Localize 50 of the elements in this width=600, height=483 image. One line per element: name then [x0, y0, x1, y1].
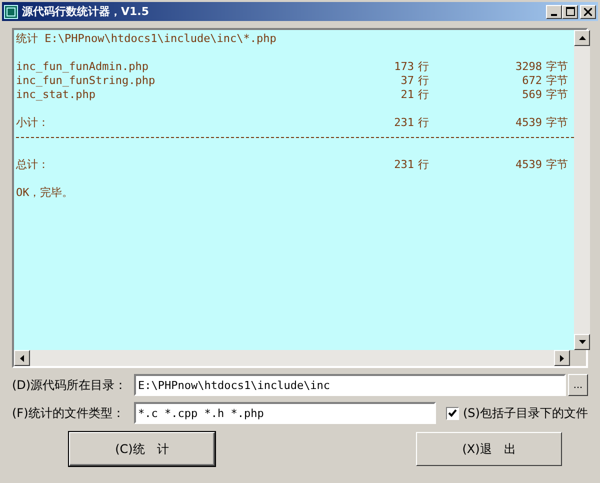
right-arrow-icon [560, 354, 564, 362]
window-title: 源代码行数统计器，V1.5 [22, 4, 149, 19]
output-line: 统计 E:\PHPnow\htdocs1\include\inc\*.php [16, 32, 278, 46]
byte-count: 569 [521, 88, 543, 102]
unit-label: 行 [418, 60, 430, 74]
unit-label: 字节 [546, 88, 569, 102]
file-name: 小计： [16, 116, 50, 130]
vertical-scrollbar[interactable] [574, 30, 590, 350]
file-name: inc_fun_funString.php [16, 74, 156, 88]
left-arrow-icon [20, 354, 24, 362]
line-count: 37 [400, 74, 415, 88]
maximize-icon [566, 7, 574, 16]
line-count: 231 [393, 158, 415, 172]
unit-label: 行 [418, 158, 430, 172]
unit-label: 行 [418, 74, 430, 88]
file-name: inc_stat.php [16, 88, 96, 102]
close-icon [584, 8, 592, 16]
close-button[interactable] [580, 4, 596, 18]
browse-button[interactable]: ... [568, 374, 588, 396]
output-line: OK，完毕。 [16, 186, 74, 200]
line-count: 21 [400, 88, 415, 102]
unit-label: 字节 [546, 116, 569, 130]
file-types-field[interactable]: *.c *.cpp *.h *.php [134, 402, 436, 424]
count-button[interactable]: (C)统 计 [69, 432, 215, 466]
unit-label: 行 [418, 88, 430, 102]
unit-label: 行 [418, 116, 430, 130]
unit-label: 字节 [546, 74, 569, 88]
maximize-button[interactable] [562, 4, 578, 18]
field-label: (F)统计的文件类型： [12, 404, 126, 422]
byte-count: 4539 [514, 158, 543, 172]
minimize-icon [551, 14, 557, 16]
unit-label: 字节 [546, 60, 569, 74]
down-arrow-icon [578, 340, 586, 344]
up-arrow-icon [578, 36, 586, 40]
unit-label: 字节 [546, 158, 569, 172]
byte-count: 672 [521, 74, 543, 88]
exit-button[interactable]: (X)退 出 [416, 432, 562, 466]
byte-count: 3298 [514, 60, 543, 74]
app-icon [4, 4, 18, 18]
file-name: 总计： [16, 158, 50, 172]
checkbox-label[interactable]: (S)包括子目录下的文件 [463, 404, 588, 422]
directory-field[interactable]: E:\PHPnow\htdocs1\include\inc [134, 374, 566, 396]
line-count: 231 [393, 116, 415, 130]
checkbox[interactable] [446, 406, 459, 420]
line-count: 173 [393, 60, 415, 74]
minimize-button[interactable] [546, 4, 562, 18]
field-label: (D)源代码所在目录： [12, 376, 128, 394]
horizontal-scrollbar[interactable] [14, 350, 570, 366]
byte-count: 4539 [514, 116, 543, 130]
file-name: inc_fun_funAdmin.php [16, 60, 150, 74]
